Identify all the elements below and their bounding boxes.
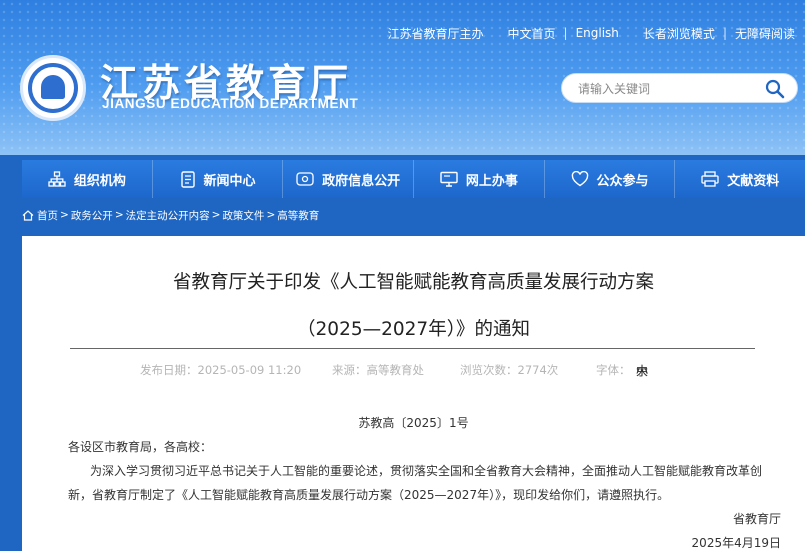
logo-emblem-icon	[28, 63, 78, 113]
views-label: 浏览次数：	[460, 363, 518, 377]
heart-icon	[571, 171, 588, 187]
source-info: 来源：高等教育处	[332, 362, 424, 378]
nav-gov-info[interactable]: 政府信息公开	[283, 160, 415, 198]
host-text: 江苏省教育厅主办	[387, 26, 484, 41]
document-icon	[180, 170, 195, 188]
top-links: 江苏省教育厅主办 中文首页 | English 长者浏览模式 | 无障碍阅读	[387, 25, 796, 42]
body-line1: 为深入学习贯彻习近平总书记关于人工智能的重要论述，贯彻落实全国和全省教育大会精神…	[90, 464, 763, 478]
nav-online-service[interactable]: 网上办事	[414, 160, 545, 198]
site-subtitle: JIANGSU EDUCATION DEPARTMENT	[102, 96, 359, 111]
breadcrumb-policy[interactable]: 政策文件	[222, 208, 264, 223]
search-box	[561, 73, 798, 103]
fontsize-label: 字体：	[596, 363, 631, 377]
breadcrumb-gov-affairs[interactable]: 政务公开	[71, 208, 113, 223]
home-icon	[22, 209, 34, 221]
main-nav: 组织机构 新闻中心 政府信息公开 网上办事 公众参与 文献资料	[22, 160, 805, 198]
sign-date: 2025年4月19日	[691, 536, 781, 550]
logo[interactable]	[20, 55, 86, 121]
source-label: 来源：	[332, 363, 367, 377]
breadcrumb-statutory[interactable]: 法定主动公开内容	[126, 208, 210, 223]
breadcrumb: 首页 > 政务公开 > 法定主动公开内容 > 政策文件 > 高等教育	[22, 207, 319, 223]
article-title-line1: 省教育厅关于印发《人工智能赋能教育高质量发展行动方案	[172, 272, 654, 293]
search-icon	[765, 79, 785, 99]
nav-label: 组织机构	[73, 173, 126, 189]
salutation: 各设区市教育局，各高校：	[68, 440, 213, 454]
publish-label: 发布日期：	[140, 363, 198, 377]
breadcrumb-home[interactable]: 首页	[37, 208, 58, 223]
nav-label: 网上办事	[465, 173, 518, 189]
nav-documents[interactable]: 文献资料	[675, 160, 805, 198]
body-line2: 新，省教育厅制定了《人工智能赋能教育高质量发展行动方案（2025—2027年）》…	[68, 488, 670, 502]
article-title-line2: （2025—2027年）》的通知	[297, 319, 530, 340]
document-number: 苏教高〔2025〕1号	[358, 416, 469, 430]
header-banner: 江苏省教育厅主办 中文首页 | English 长者浏览模式 | 无障碍阅读 江…	[0, 0, 805, 155]
views-value: 2774次	[517, 363, 559, 377]
signature: 省教育厅	[732, 512, 781, 526]
home-cn-link[interactable]: 中文首页	[508, 25, 556, 42]
nav-public-participation[interactable]: 公众参与	[545, 160, 676, 198]
printer-icon	[701, 171, 719, 187]
info-eye-icon	[296, 172, 314, 186]
monitor-icon	[440, 171, 458, 187]
nav-label: 公众参与	[596, 173, 649, 189]
english-link[interactable]: English	[576, 26, 619, 40]
search-button[interactable]	[763, 77, 787, 101]
publish-date: 2025-05-09 11:20	[197, 363, 302, 377]
elder-mode-link[interactable]: 长者浏览模式	[643, 25, 715, 42]
search-input[interactable]	[578, 80, 748, 98]
accessible-reading-link[interactable]: 无障碍阅读	[735, 25, 795, 42]
nav-label: 政府信息公开	[322, 173, 401, 189]
source-value: 高等教育处	[366, 363, 425, 377]
org-chart-icon	[48, 171, 66, 187]
nav-label: 文献资料	[727, 173, 780, 189]
fontsize-small[interactable]: 小	[636, 362, 648, 379]
publish-info: 发布日期：2025-05-09 11:20	[140, 362, 301, 378]
nav-news[interactable]: 新闻中心	[153, 160, 284, 198]
nav-label: 新闻中心	[203, 173, 256, 189]
article-panel: 省教育厅关于印发《人工智能赋能教育高质量发展行动方案 （2025—2027年）》…	[22, 236, 805, 551]
title-divider	[70, 348, 755, 349]
views-info: 浏览次数：2774次	[460, 362, 558, 378]
article-meta: 发布日期：2025-05-09 11:20 来源：高等教育处 浏览次数：2774…	[22, 362, 805, 378]
nav-org[interactable]: 组织机构	[22, 160, 153, 198]
breadcrumb-higher-edu[interactable]: 高等教育	[277, 208, 319, 223]
